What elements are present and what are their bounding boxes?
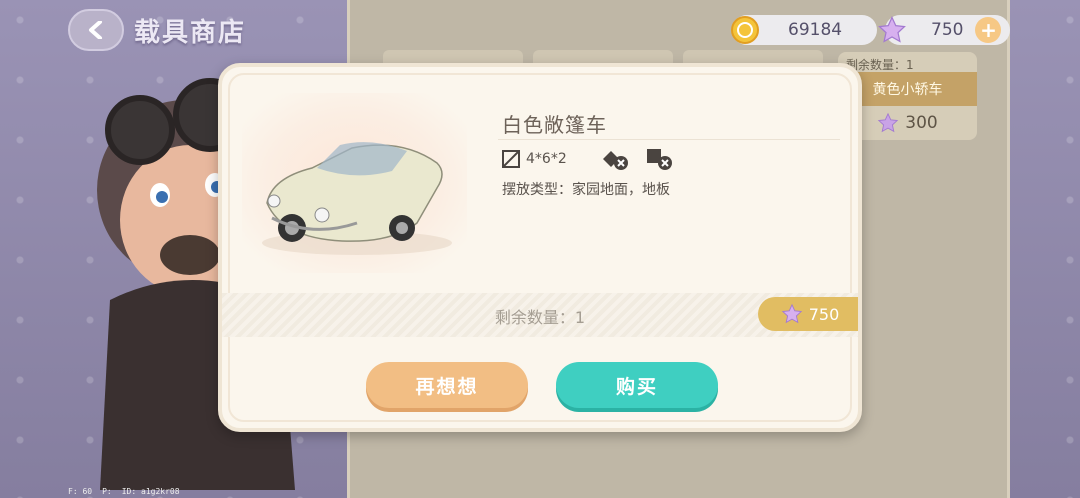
star-icon (878, 112, 899, 133)
item-name: 白色敞篷车 (502, 113, 607, 137)
price-value: 750 (808, 304, 840, 324)
size-icon (502, 150, 520, 168)
item-size-value: 4*6*2 (526, 151, 567, 167)
gold-amount: 69184 (788, 20, 843, 40)
no-stack-icon (646, 149, 672, 170)
buy-button[interactable]: 购买 (556, 362, 718, 408)
star-icon (878, 16, 906, 43)
page-title: 载具商店 (134, 18, 247, 48)
placement-type: 摆放类型：家园地面，地板 (502, 182, 670, 198)
item-attributes: 4*6*2 (502, 147, 675, 171)
star-amount: 750 (931, 20, 964, 40)
shop-item-price-value: 300 (905, 113, 938, 133)
star-currency: 750 + (878, 15, 1010, 45)
purchase-dialog: 白色敞篷车 4*6*2 摆放类型：家园地面，地板 剩余数量：1 750 再想想 … (218, 63, 862, 432)
back-arrow-icon (89, 21, 102, 39)
item-size: 4*6*2 (502, 150, 567, 168)
item-preview (242, 93, 467, 273)
star-icon (781, 303, 802, 324)
shop-item-remaining: 剩余数量：1 (846, 58, 914, 72)
cancel-button[interactable]: 再想想 (366, 362, 528, 408)
add-currency-button[interactable]: + (975, 17, 1002, 43)
debug-id: ID: a1g2kr08 (121, 487, 180, 496)
divider (498, 139, 840, 140)
back-button[interactable] (68, 9, 124, 51)
price-badge: 750 (758, 297, 858, 331)
no-rotate-icon (602, 151, 628, 170)
gold-currency: 69184 (731, 15, 877, 45)
debug-fps: F: 60 (68, 487, 93, 496)
car-image (262, 142, 452, 255)
debug-overlay: F: 60 P: ID: a1g2kr08 (68, 487, 180, 496)
gold-coin-icon (731, 16, 759, 44)
debug-p: P: (102, 487, 112, 496)
